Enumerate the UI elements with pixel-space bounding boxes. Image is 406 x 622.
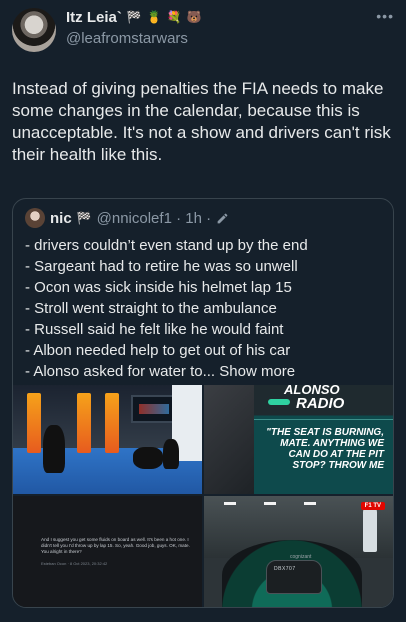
quote-line-truncated: - Alonso asked for water to... <box>25 363 216 380</box>
pencil-icon <box>217 213 228 223</box>
quote-line: - Albon needed help to get out of his ca… <box>25 342 291 359</box>
garage-photo[interactable] <box>13 385 202 494</box>
radio-transcript-image[interactable]: And I suggest you get some fluids on boa… <box>13 496 202 607</box>
more-dots-icon[interactable]: ••• <box>376 8 394 24</box>
transcript-meta: Esteban Ocon · 8 Oct 2023, 20:32:42 <box>41 561 108 566</box>
bear-emoji: 🐻 <box>186 10 202 24</box>
author-display-name[interactable]: Itz Leia` <box>66 9 122 26</box>
tweet-text: Instead of giving penalties the FIA need… <box>12 79 391 164</box>
radio-title: RADIO <box>296 395 345 412</box>
quote-line: - Sargeant had to retire he was so unwel… <box>25 258 298 275</box>
quote-line: - Ocon was sick inside his helmet lap 15 <box>25 279 292 296</box>
author-avatar[interactable] <box>12 8 56 52</box>
transcript-text: And I suggest you get some fluids on boa… <box>41 537 190 554</box>
quote-header: nic 🏁 @nnicolef1 · 1h · <box>25 208 229 228</box>
aston-martin-logo-icon <box>268 399 290 405</box>
pineapple-emoji: 🍍 <box>146 10 162 24</box>
quote-handle-time[interactable]: @nnicolef1 · 1h · <box>97 210 211 227</box>
quote-line-last: - Alonso asked for water to... Show more <box>25 361 385 382</box>
quote-author-avatar[interactable] <box>25 208 45 228</box>
show-more-link[interactable]: Show more <box>219 363 295 380</box>
onboard-sponsor: cognizant <box>290 554 312 560</box>
onboard-photo[interactable]: cognizant DBX707 F1 TV <box>204 496 393 607</box>
author-handle[interactable]: @leafromstarwars <box>66 30 188 47</box>
checkered-flag-emoji: 🏁 <box>126 10 142 24</box>
quote-line: - Russell said he felt like he would fai… <box>25 321 284 338</box>
quote-line: - Stroll went straight to the ambulance <box>25 300 277 317</box>
quoted-tweet[interactable]: nic 🏁 @nnicolef1 · 1h · - drivers couldn… <box>12 198 394 608</box>
author-name-row: Itz Leia` 🏁 🍍 💐 🐻 <box>66 9 202 26</box>
onboard-number: DBX707 <box>274 566 296 572</box>
team-radio-graphic[interactable]: ALONSO RADIO "THE SEAT IS BURNING, MATE.… <box>204 385 393 494</box>
f1-tv-badge: F1 TV <box>360 502 385 510</box>
checkered-flag-emoji: 🏁 <box>76 210 92 225</box>
quote-media-grid: ALONSO RADIO "THE SEAT IS BURNING, MATE.… <box>13 385 393 607</box>
quote-author-name[interactable]: nic <box>50 210 72 227</box>
quote-text: - drivers couldn’t even stand up by the … <box>25 235 385 382</box>
bouquet-emoji: 💐 <box>166 10 182 24</box>
radio-quote: "THE SEAT IS BURNING, MATE. ANYTHING WE … <box>266 427 384 471</box>
quote-line: - drivers couldn’t even stand up by the … <box>25 237 308 254</box>
